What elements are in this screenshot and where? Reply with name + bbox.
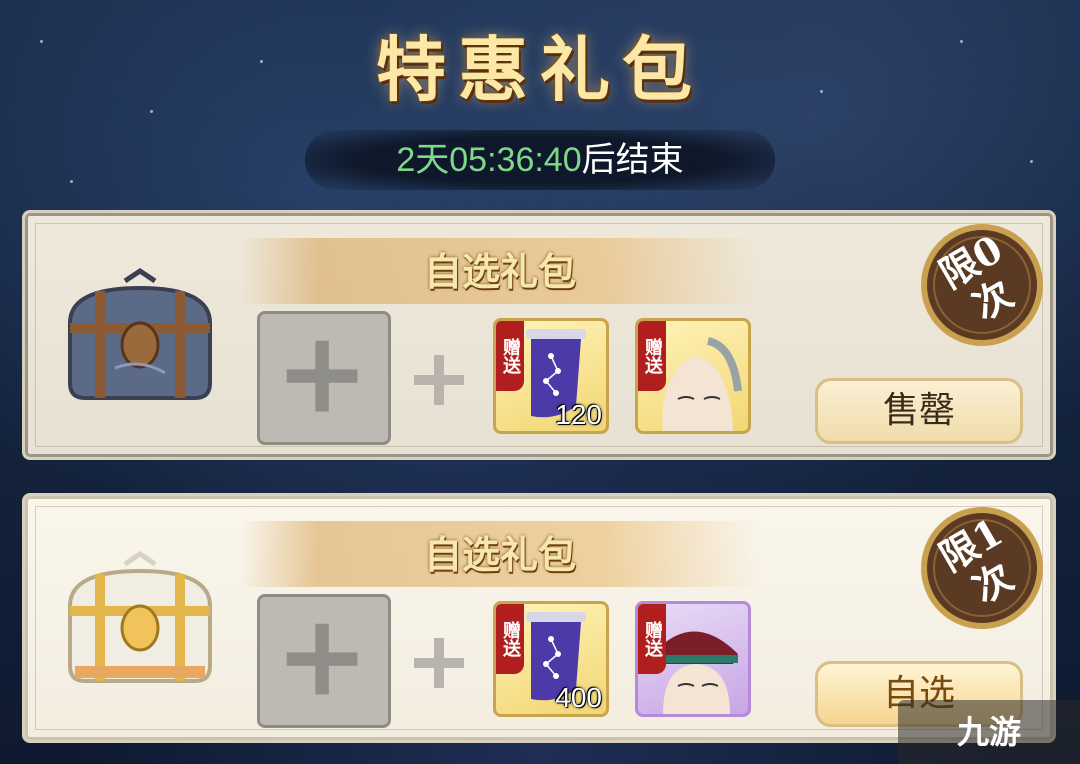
gift-item-banner[interactable]: 赠送 400 (493, 601, 609, 717)
gift-item-hero[interactable]: 赠送 (635, 601, 751, 717)
plus-icon (414, 638, 464, 688)
plus-icon (414, 355, 464, 405)
gift-item-hero[interactable]: 赠送 (635, 318, 751, 434)
star-decoration (70, 180, 73, 183)
countdown-value: 2天05:36:40 (396, 141, 582, 179)
item-quantity: 120 (555, 399, 602, 430)
plus-icon (286, 623, 358, 695)
gift-item-banner[interactable]: 赠送 120 (493, 318, 609, 434)
sold-out-button[interactable]: 售罄 (815, 378, 1023, 444)
gift-tag: 赠送 (638, 604, 666, 674)
treasure-chest-icon (68, 550, 212, 683)
countdown-bar: 2天05:36:40后结束 (305, 130, 775, 190)
gift-tag: 赠送 (496, 321, 524, 391)
page-title: 特惠礼包 (376, 28, 704, 111)
empty-choice-slot[interactable] (257, 594, 391, 728)
empty-choice-slot[interactable] (257, 311, 391, 445)
item-quantity: 400 (555, 682, 602, 713)
site-watermark: 九游 (898, 700, 1080, 764)
gift-tag: 赠送 (638, 321, 666, 391)
star-decoration (1030, 160, 1033, 163)
pack-card: 自选礼包 赠送 120 赠送 限0 次 售罄 (22, 210, 1056, 460)
countdown-suffix: 后结束 (581, 141, 684, 179)
pack-title: 自选礼包 (423, 250, 576, 294)
pack-title: 自选礼包 (423, 533, 576, 577)
plus-icon (286, 340, 358, 412)
gift-tag: 赠送 (496, 604, 524, 674)
treasure-chest-icon (68, 267, 212, 400)
